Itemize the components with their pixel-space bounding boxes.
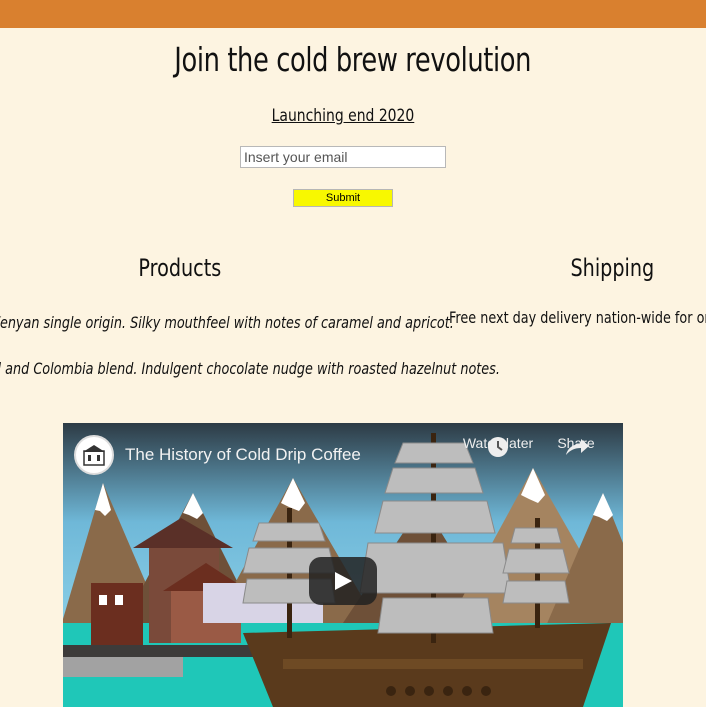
product-description: Kenyan single origin. Silky mouthfeel wi…	[0, 313, 454, 332]
shipping-text: Free next day delivery nation-wide for o…	[449, 308, 706, 327]
submit-button[interactable]: Submit	[293, 189, 393, 207]
play-button[interactable]	[309, 557, 377, 605]
product-description: il and Colombia blend. Indulgent chocola…	[0, 359, 500, 378]
top-bar	[0, 0, 706, 28]
launch-text: Launching end 2020	[271, 106, 415, 126]
products-heading: Products	[80, 254, 280, 282]
video-embed[interactable]: The History of Cold Drip Coffee Watch la…	[63, 423, 623, 707]
play-icon	[335, 572, 352, 590]
shipping-heading: Shipping	[512, 254, 706, 282]
email-input[interactable]	[240, 146, 446, 168]
shipping-heading-text: Shipping	[570, 254, 654, 282]
building-icon	[83, 445, 105, 466]
video-title[interactable]: The History of Cold Drip Coffee	[125, 445, 361, 465]
product-item: il and Colombia blend. Indulgent chocola…	[0, 359, 626, 379]
products-heading-text: Products	[138, 254, 222, 282]
clock-icon	[488, 437, 508, 457]
headline-text: Join the cold brew revolution	[174, 40, 532, 79]
watch-later-button[interactable]: Watch later	[456, 435, 540, 457]
page-headline: Join the cold brew revolution	[0, 40, 706, 79]
share-arrow-icon	[566, 439, 589, 455]
shipping-info: Free next day delivery nation-wide for o…	[449, 308, 706, 328]
channel-logo[interactable]	[74, 435, 114, 475]
launch-date: Launching end 2020	[0, 106, 686, 126]
share-button[interactable]: Share	[551, 435, 601, 455]
